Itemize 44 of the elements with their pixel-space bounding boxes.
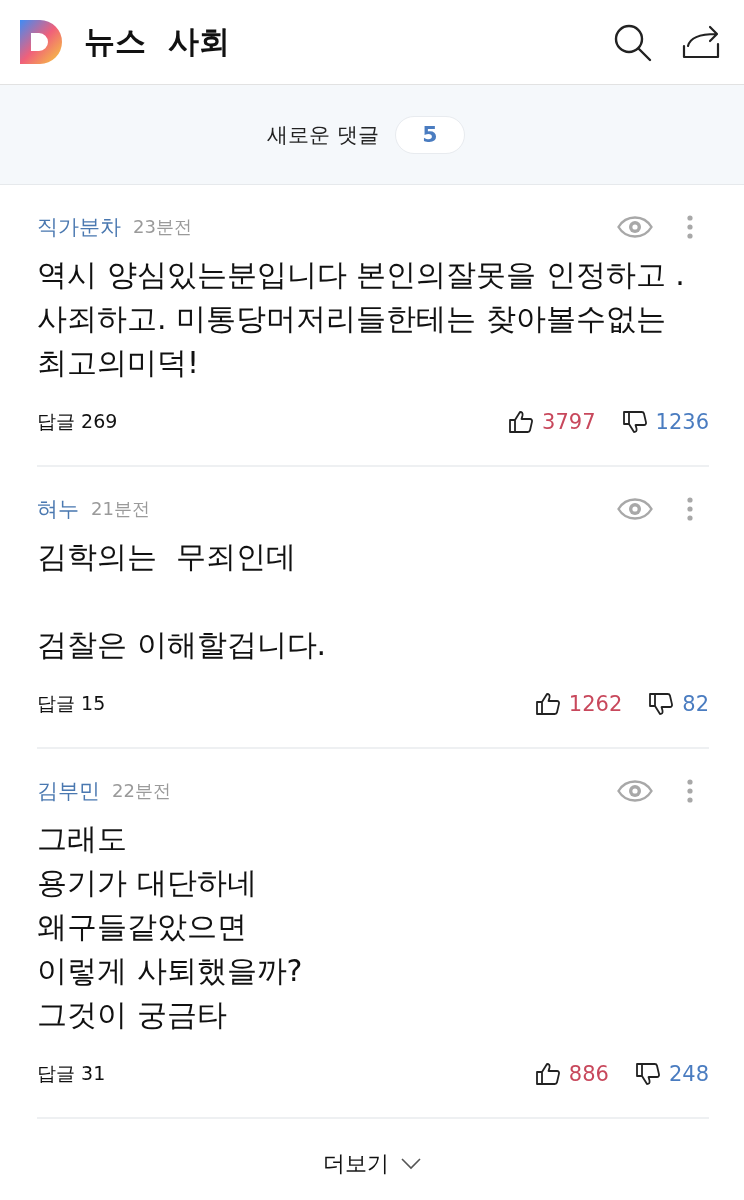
header-title: 뉴스 [84,22,146,61]
like-button[interactable]: 3797 [508,409,596,435]
comment-time: 23분전 [133,215,192,239]
comment-time: 21분전 [91,497,150,521]
comment-text: 그래도 용기가 대단하네 왜구들같았으면 이렇게 사퇴했을까? 그것이 궁금타 [37,820,304,1034]
chevron-down-icon [401,1158,421,1170]
replies-link[interactable]: 답글 269 [37,409,118,435]
thumbs-up-icon [508,409,535,435]
thumbs-up-icon [534,691,561,717]
comment-text: 역시 양심있는분입니다 본인의잘못을 인정하고 . 사죄하고. 미통당머저리들한테는 찾아볼수없는 최고의미덕! [37,256,686,382]
dislike-count: 82 [682,692,709,716]
dislike-count: 1236 [655,410,709,434]
dislike-count: 248 [668,1062,709,1086]
section-title[interactable]: 사회 [168,21,230,63]
like-count: 1262 [568,692,623,716]
more-options-icon[interactable] [687,497,693,521]
comment-time: 22분전 [112,779,171,803]
thumbs-down-icon [634,1061,661,1087]
replies-link[interactable]: 답글 31 [37,1061,106,1087]
like-count: 886 [568,1062,609,1086]
search-icon[interactable] [612,22,652,62]
more-options-icon[interactable] [687,215,693,239]
thumbs-down-icon [648,691,675,717]
comment-text: 김학의는 무죄인데 검찰은 이해할겁니다. [37,538,328,664]
comment-author[interactable]: 김부민 [37,777,100,805]
dislike-button[interactable]: 82 [648,691,709,717]
dislike-button[interactable]: 248 [634,1061,709,1087]
dislike-button[interactable]: 1236 [621,409,709,435]
eye-icon[interactable] [617,498,653,520]
like-count: 3797 [542,410,596,434]
like-button[interactable]: 1262 [534,691,623,717]
logo-icon [20,20,62,64]
more-options-icon[interactable] [687,779,693,803]
new-comments-count[interactable]: 5 [394,115,465,154]
like-button[interactable]: 886 [534,1061,609,1087]
thumbs-down-icon [621,409,648,435]
eye-icon[interactable] [617,216,653,238]
more-button[interactable]: 더보기 [323,1149,421,1179]
comment-author[interactable]: 혀누 [37,495,79,523]
thumbs-up-icon [534,1061,561,1087]
eye-icon[interactable] [617,780,653,802]
new-comments-label: 새로운 댓글 [267,121,379,149]
comment-author[interactable]: 직가분차 [37,213,121,241]
replies-link[interactable]: 답글 15 [37,691,106,717]
